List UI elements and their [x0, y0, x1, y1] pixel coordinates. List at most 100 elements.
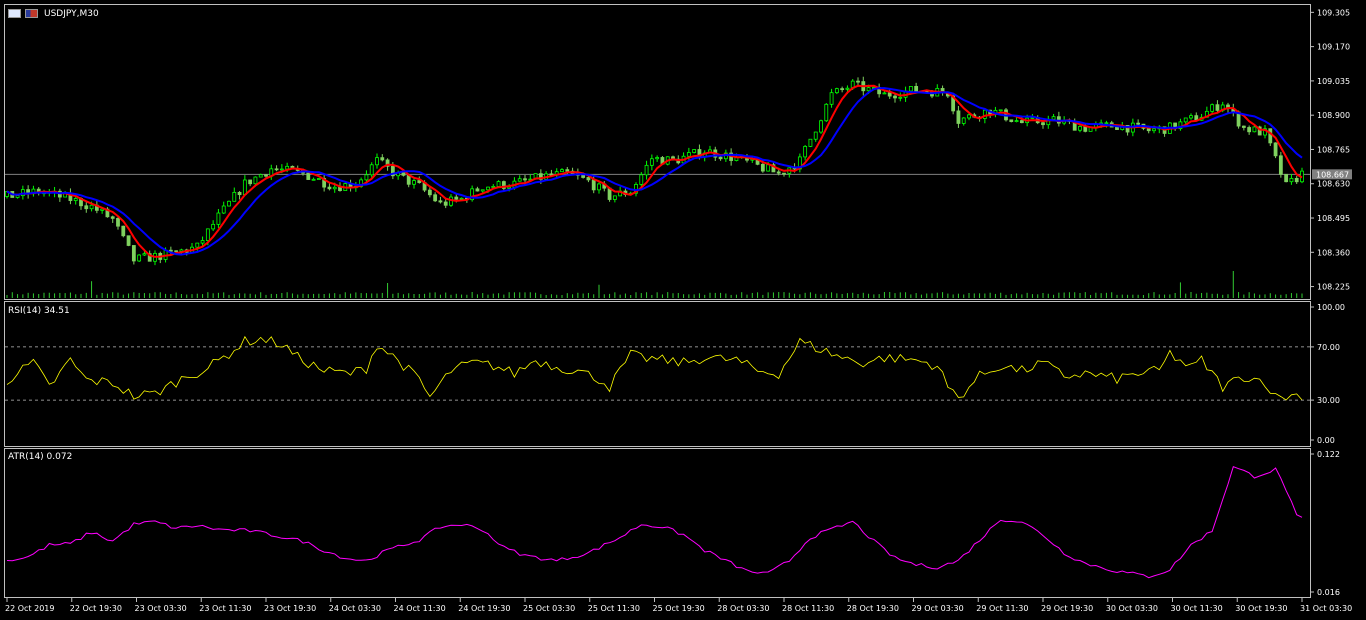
- candle-body: [116, 217, 120, 227]
- candle-body: [649, 158, 654, 166]
- candle-body: [491, 186, 496, 188]
- time-tick-label: 31 Oct 03:30: [1300, 604, 1352, 613]
- candle-body: [274, 168, 279, 171]
- candle-body: [427, 189, 432, 196]
- candle-body: [380, 157, 385, 161]
- price-tick-label: 109.305: [1317, 8, 1350, 17]
- time-tick-label: 23 Oct 03:30: [135, 604, 187, 613]
- candle-body: [486, 186, 490, 191]
- candle-body: [216, 212, 221, 225]
- candle-body: [597, 183, 601, 191]
- rsi-tick-label: 0.00: [1317, 436, 1335, 445]
- candle-body: [523, 178, 527, 181]
- candle-body: [517, 178, 522, 182]
- price-tick-label: 108.900: [1317, 111, 1350, 120]
- candle-body: [237, 191, 242, 196]
- candle-body: [914, 85, 919, 92]
- candle-body: [73, 198, 78, 201]
- atr-tick-label: 0.122: [1317, 450, 1340, 459]
- candle-body: [644, 164, 649, 176]
- candle-body: [808, 138, 813, 147]
- time-tick-label: 30 Oct 03:30: [1106, 604, 1158, 613]
- rsi-tick-label: 100.00: [1317, 303, 1345, 312]
- candle-body: [824, 103, 829, 122]
- time-tick-label: 25 Oct 11:30: [588, 604, 640, 613]
- candle-body: [1289, 177, 1294, 183]
- candle-body: [776, 171, 781, 174]
- candle-body: [174, 250, 179, 253]
- candle-body: [242, 179, 247, 196]
- candle-body: [1210, 104, 1215, 112]
- candle-body: [560, 169, 564, 173]
- candle-body: [1252, 126, 1257, 133]
- candle-body: [84, 205, 89, 210]
- candle-body: [258, 174, 263, 178]
- time-tick-label: 24 Oct 11:30: [394, 604, 446, 613]
- candle-body: [1183, 117, 1188, 123]
- candle-body: [253, 176, 258, 185]
- candle-body: [1284, 173, 1289, 183]
- candle-body: [882, 92, 887, 95]
- candle-body: [200, 240, 205, 244]
- candle-body: [401, 172, 406, 176]
- candle-body: [813, 131, 818, 140]
- candle-body: [369, 164, 374, 176]
- current-price-label: 108.667: [1316, 170, 1349, 179]
- candle-body: [433, 194, 438, 202]
- candle-body: [586, 177, 591, 181]
- candle-body: [137, 254, 142, 262]
- time-tick-label: 30 Oct 11:30: [1171, 604, 1223, 613]
- candle-body: [211, 223, 216, 230]
- candle-body: [998, 109, 1003, 112]
- price-chart[interactable]: 109.305 109.170 109.035 108.900 108.765 108.6…: [0, 0, 1366, 620]
- candle-body: [961, 117, 966, 124]
- rsi-tick-label: 30.00: [1317, 396, 1340, 405]
- price-tick-label: 109.170: [1317, 43, 1350, 52]
- ma-fast-line: [6, 84, 1303, 258]
- price-tick-label: 108.495: [1317, 214, 1350, 223]
- rsi-line: [6, 335, 1303, 401]
- candle-body: [311, 178, 316, 181]
- candle-body: [338, 186, 342, 192]
- candle-body: [840, 88, 845, 91]
- candle-body: [126, 235, 131, 246]
- candle-body: [1241, 125, 1246, 128]
- candle-body: [956, 110, 961, 124]
- candle-body: [507, 186, 512, 189]
- time-tick-label: 23 Oct 11:30: [199, 604, 251, 613]
- price-tick-label: 108.360: [1317, 248, 1350, 257]
- time-tick-label: 28 Oct 19:30: [847, 604, 899, 613]
- time-tick-label: 22 Oct 2019: [5, 604, 54, 613]
- candle-body: [332, 186, 337, 190]
- candle-body: [1115, 126, 1119, 130]
- candle-body: [142, 253, 147, 256]
- time-tick-label: 28 Oct 03:30: [717, 604, 769, 613]
- rsi-tick-label: 70.00: [1317, 343, 1340, 352]
- candle-body: [121, 225, 126, 237]
- candle-body: [89, 204, 94, 210]
- candle-body: [475, 188, 480, 192]
- candle-body: [565, 169, 570, 172]
- candle-body: [443, 201, 448, 206]
- time-tick-label: 24 Oct 19:30: [458, 604, 510, 613]
- time-tick-label: 29 Oct 11:30: [976, 604, 1028, 613]
- candle-body: [496, 181, 501, 187]
- candle-body: [898, 96, 903, 99]
- candle-body: [438, 200, 443, 203]
- candle-body: [480, 189, 485, 192]
- price-tick-label: 108.630: [1317, 180, 1350, 189]
- candle-body: [845, 87, 850, 90]
- candle-body: [131, 245, 136, 262]
- candle-body: [782, 172, 786, 175]
- candle-body: [406, 174, 411, 185]
- time-tick-label: 25 Oct 03:30: [523, 604, 575, 613]
- candle-body: [591, 179, 596, 191]
- candle-body: [195, 242, 200, 248]
- price-tick-label: 108.765: [1317, 145, 1350, 154]
- time-tick-label: 30 Oct 19:30: [1235, 604, 1287, 613]
- candle-body: [819, 120, 823, 133]
- candle-body: [893, 95, 897, 99]
- price-tick-label: 109.035: [1317, 77, 1350, 86]
- candle-body: [766, 164, 771, 172]
- time-tick-label: 24 Oct 03:30: [329, 604, 381, 613]
